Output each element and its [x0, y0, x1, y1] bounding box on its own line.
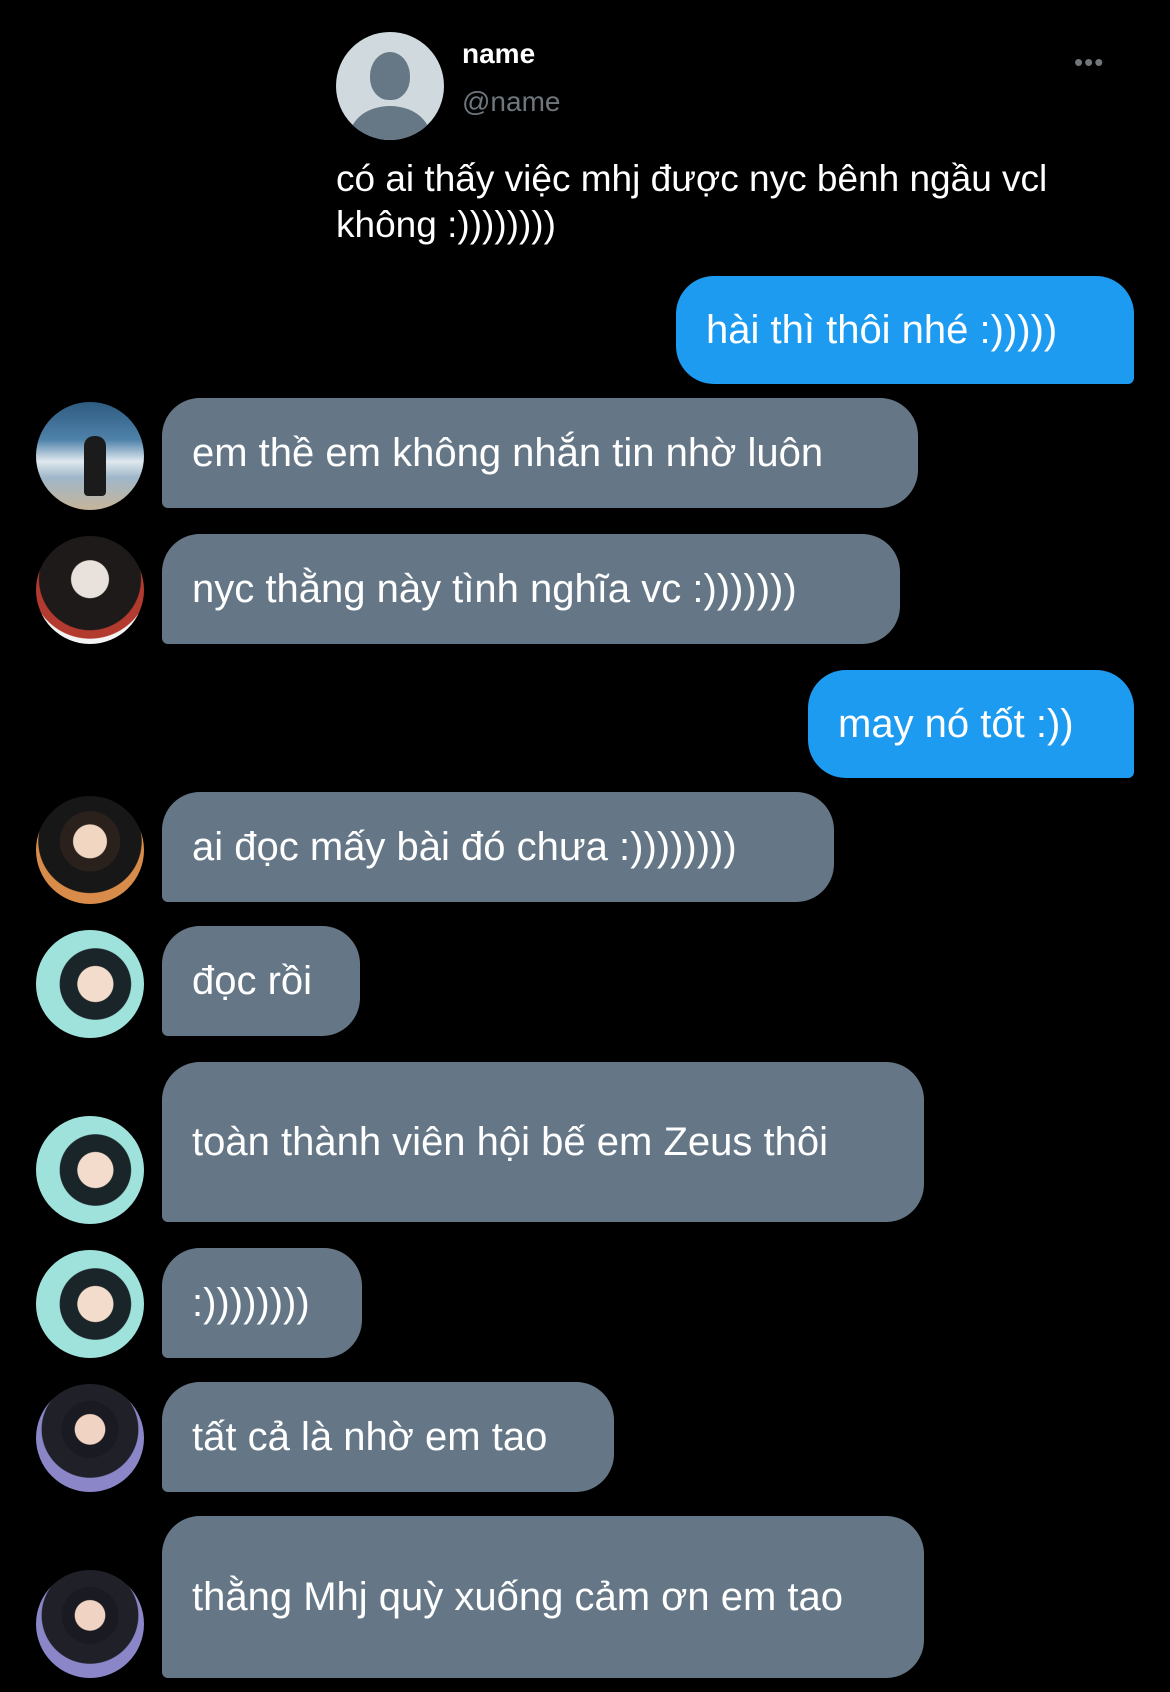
sent-message-bubble[interactable]: may nó tốt :)) [808, 670, 1134, 778]
received-message-bubble[interactable]: tất cả là nhờ em tao [162, 1382, 614, 1492]
sent-message-bubble[interactable]: hài thì thôi nhé :))))) [676, 276, 1134, 384]
message-text: tất cả là nhờ em tao [192, 1415, 548, 1459]
teal-background-avatar[interactable] [36, 1116, 144, 1224]
received-message-bubble[interactable]: :)))))))) [162, 1248, 362, 1358]
teal-background-avatar[interactable] [36, 1250, 144, 1358]
tweet-text: có ai thấy việc mhj được nyc bênh ngầu v… [336, 158, 1048, 245]
jersey-avatar[interactable] [36, 796, 144, 904]
received-message-bubble[interactable]: ai đọc mấy bài đó chưa :)))))))) [162, 792, 834, 902]
received-message-bubble[interactable]: toàn thành viên hội bế em Zeus thôi [162, 1062, 924, 1222]
message-text: ai đọc mấy bài đó chưa :)))))))) [192, 825, 737, 869]
received-message-bubble[interactable]: nyc thằng này tình nghĩa vc :))))))) [162, 534, 900, 644]
message-text: toàn thành viên hội bế em Zeus thôi [192, 1120, 828, 1164]
purple-background-avatar[interactable] [36, 1384, 144, 1492]
message-text: đọc rồi [192, 959, 313, 1003]
teal-background-avatar[interactable] [36, 930, 144, 1038]
more-horizontal-icon[interactable]: ••• [1074, 49, 1104, 75]
received-message-bubble[interactable]: em thề em không nhắn tin nhờ luôn [162, 398, 918, 508]
beach-photo-avatar[interactable] [36, 402, 144, 510]
received-message-bubble[interactable]: thằng Mhj quỳ xuống cảm ơn em tao [162, 1516, 924, 1678]
message-text: hài thì thôi nhé :))))) [706, 308, 1058, 352]
message-text: may nó tốt :)) [838, 702, 1074, 746]
dark-jacket-avatar[interactable] [36, 536, 144, 644]
received-message-bubble[interactable]: đọc rồi [162, 926, 360, 1036]
message-text: :)))))))) [192, 1281, 310, 1325]
display-name[interactable]: name [462, 38, 535, 70]
message-text: thằng Mhj quỳ xuống cảm ơn em tao [192, 1575, 844, 1619]
purple-background-avatar[interactable] [36, 1570, 144, 1678]
message-text: em thề em không nhắn tin nhờ luôn [192, 431, 824, 475]
message-text: nyc thằng này tình nghĩa vc :))))))) [192, 567, 797, 611]
default-profile-icon[interactable] [336, 32, 444, 140]
handle[interactable]: @name [462, 86, 560, 118]
